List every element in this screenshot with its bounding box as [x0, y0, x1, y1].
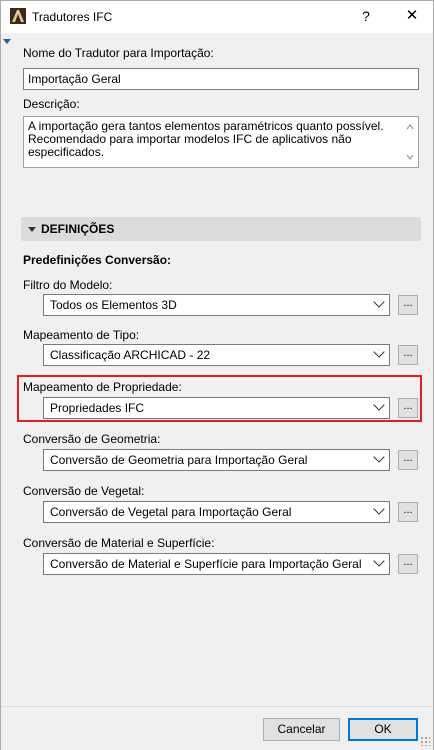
vegetation-conversion-value: Conversão de Vegetal para Importação Ger…: [50, 505, 292, 519]
vegetation-conversion-label: Conversão de Vegetal:: [23, 484, 145, 498]
description-field[interactable]: A importação gera tantos elementos param…: [23, 116, 419, 168]
geometry-conversion-select[interactable]: Conversão de Geometria para Importação G…: [43, 449, 390, 471]
title-bar: Tradutores IFC ? ✕: [1, 1, 433, 33]
ifc-translators-dialog: Tradutores IFC ? ✕ Nome do Tradutor para…: [0, 0, 434, 750]
property-mapping-value: Propriedades IFC: [50, 401, 145, 415]
cancel-button[interactable]: Cancelar: [263, 718, 340, 741]
vegetation-conversion-select[interactable]: Conversão de Vegetal para Importação Ger…: [43, 501, 390, 523]
model-filter-value: Todos os Elementos 3D: [50, 298, 177, 312]
ok-button[interactable]: OK: [348, 718, 418, 741]
property-mapping-label: Mapeamento de Propriedade:: [23, 380, 182, 394]
material-surface-conversion-value: Conversão de Material e Superfície para …: [50, 557, 362, 571]
geometry-conversion-value: Conversão de Geometria para Importação G…: [50, 453, 308, 467]
resize-grip-icon[interactable]: [420, 736, 430, 746]
property-mapping-browse-button[interactable]: ...: [398, 398, 418, 418]
geometry-conversion-label: Conversão de Geometria:: [23, 432, 161, 446]
triangle-down-icon[interactable]: [3, 39, 11, 44]
triangle-down-icon: [28, 227, 36, 232]
close-button[interactable]: ✕: [397, 1, 427, 33]
description-label: Descrição:: [23, 97, 80, 111]
vegetation-conversion-browse-button[interactable]: ...: [398, 502, 418, 522]
chevron-down-icon: [373, 399, 385, 411]
material-surface-conversion-browse-button[interactable]: ...: [398, 554, 418, 574]
model-filter-select[interactable]: Todos os Elementos 3D: [43, 294, 390, 316]
description-text: A importação gera tantos elementos param…: [28, 119, 384, 159]
chevron-down-icon: [373, 451, 385, 463]
type-mapping-value: Classificação ARCHICAD - 22: [50, 348, 211, 362]
settings-section-header[interactable]: DEFINIÇÕES: [21, 217, 421, 241]
model-filter-browse-button[interactable]: ...: [398, 295, 418, 315]
conversion-presets-title: Predefinições Conversão:: [23, 253, 172, 267]
property-mapping-select[interactable]: Propriedades IFC: [43, 397, 390, 419]
window-title: Tradutores IFC: [32, 10, 113, 24]
chevron-down-icon: [373, 503, 385, 515]
chevron-down-icon: [373, 346, 385, 358]
chevron-down-icon: [373, 555, 385, 567]
material-surface-conversion-label: Conversão de Material e Superfície:: [23, 536, 215, 550]
model-filter-label: Filtro do Modelo:: [23, 278, 113, 292]
scroll-up-icon[interactable]: [406, 124, 414, 130]
type-mapping-label: Mapeamento de Tipo:: [23, 328, 140, 342]
translator-name-label: Nome do Tradutor para Importação:: [23, 46, 214, 60]
translator-name-field[interactable]: Importação Geral: [23, 68, 419, 90]
chevron-down-icon: [373, 296, 385, 308]
scroll-down-icon[interactable]: [406, 154, 414, 160]
type-mapping-browse-button[interactable]: ...: [398, 345, 418, 365]
settings-section-title: DEFINIÇÕES: [41, 222, 115, 236]
archicad-app-icon: [10, 8, 26, 24]
geometry-conversion-browse-button[interactable]: ...: [398, 450, 418, 470]
help-button[interactable]: ?: [351, 1, 381, 33]
type-mapping-select[interactable]: Classificação ARCHICAD - 22: [43, 344, 390, 366]
material-surface-conversion-select[interactable]: Conversão de Material e Superfície para …: [43, 553, 390, 575]
